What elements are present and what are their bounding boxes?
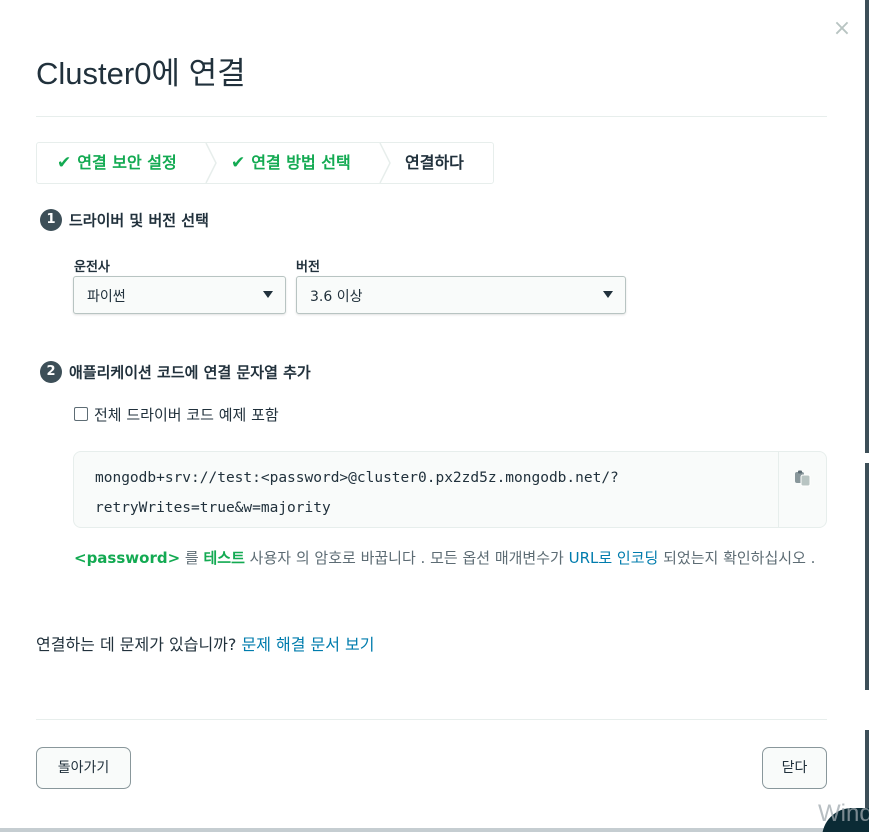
step-connect: 연결하다	[405, 153, 464, 172]
connect-dialog: Wind × Cluster0에 연결 ✔ 연결 보안 설정 ✔ 연결 방법 선택 …	[0, 0, 869, 832]
connection-string[interactable]: mongodb+srv://test:<password>@cluster0.p…	[95, 463, 765, 523]
close-button[interactable]: 닫다	[762, 747, 827, 789]
password-note: <password> 를 테스트 사용자 의 암호로 바꿉니다 . 모든 옵션 …	[74, 549, 816, 567]
copy-button[interactable]	[778, 452, 826, 527]
driver-select[interactable]: 파이썬	[73, 276, 286, 314]
step-separator-icon	[379, 143, 391, 183]
divider	[36, 116, 827, 117]
copy-icon	[795, 470, 811, 487]
section-driver-heading: 1 드라이버 및 버전 선택	[40, 209, 209, 231]
chevron-down-icon	[263, 291, 273, 298]
trouble-text: 연결하는 데 문제가 있습니까? 문제 해결 문서 보기	[36, 635, 375, 654]
step-number-badge: 1	[40, 209, 62, 231]
full-example-checkbox[interactable]	[74, 407, 88, 421]
step-number-badge: 2	[40, 361, 62, 383]
section-connstring-heading: 2 애플리케이션 코드에 연결 문자열 추가	[40, 361, 311, 383]
background-bottom-edge	[0, 828, 869, 832]
version-label: 버전	[296, 260, 320, 275]
windows-watermark: Wind	[818, 800, 869, 827]
back-button[interactable]: 돌아가기	[36, 747, 131, 789]
check-icon: ✔	[57, 153, 72, 173]
wizard-stepper: ✔ 연결 보안 설정 ✔ 연결 방법 선택 연결하다	[36, 142, 494, 184]
divider	[36, 719, 827, 720]
version-select[interactable]: 3.6 이상	[296, 276, 626, 314]
driver-label: 운전사	[74, 260, 110, 275]
checkbox-label: 전체 드라이버 코드 예제 포함	[94, 406, 279, 424]
troubleshoot-docs-link[interactable]: 문제 해결 문서 보기	[241, 635, 374, 654]
chevron-down-icon	[603, 291, 613, 298]
full-example-option[interactable]: 전체 드라이버 코드 예제 포함	[74, 404, 279, 425]
close-icon[interactable]: ×	[832, 18, 852, 40]
connection-string-box: mongodb+srv://test:<password>@cluster0.p…	[73, 451, 827, 528]
url-encoding-link[interactable]: URL로 인코딩	[569, 549, 659, 567]
background-window-edge	[865, 0, 869, 832]
step-method[interactable]: ✔ 연결 방법 선택	[231, 143, 351, 183]
check-icon: ✔	[231, 153, 246, 173]
dialog-title: Cluster0에 연결	[36, 56, 246, 91]
step-security[interactable]: ✔ 연결 보안 설정	[57, 143, 177, 183]
step-separator-icon	[205, 143, 217, 183]
